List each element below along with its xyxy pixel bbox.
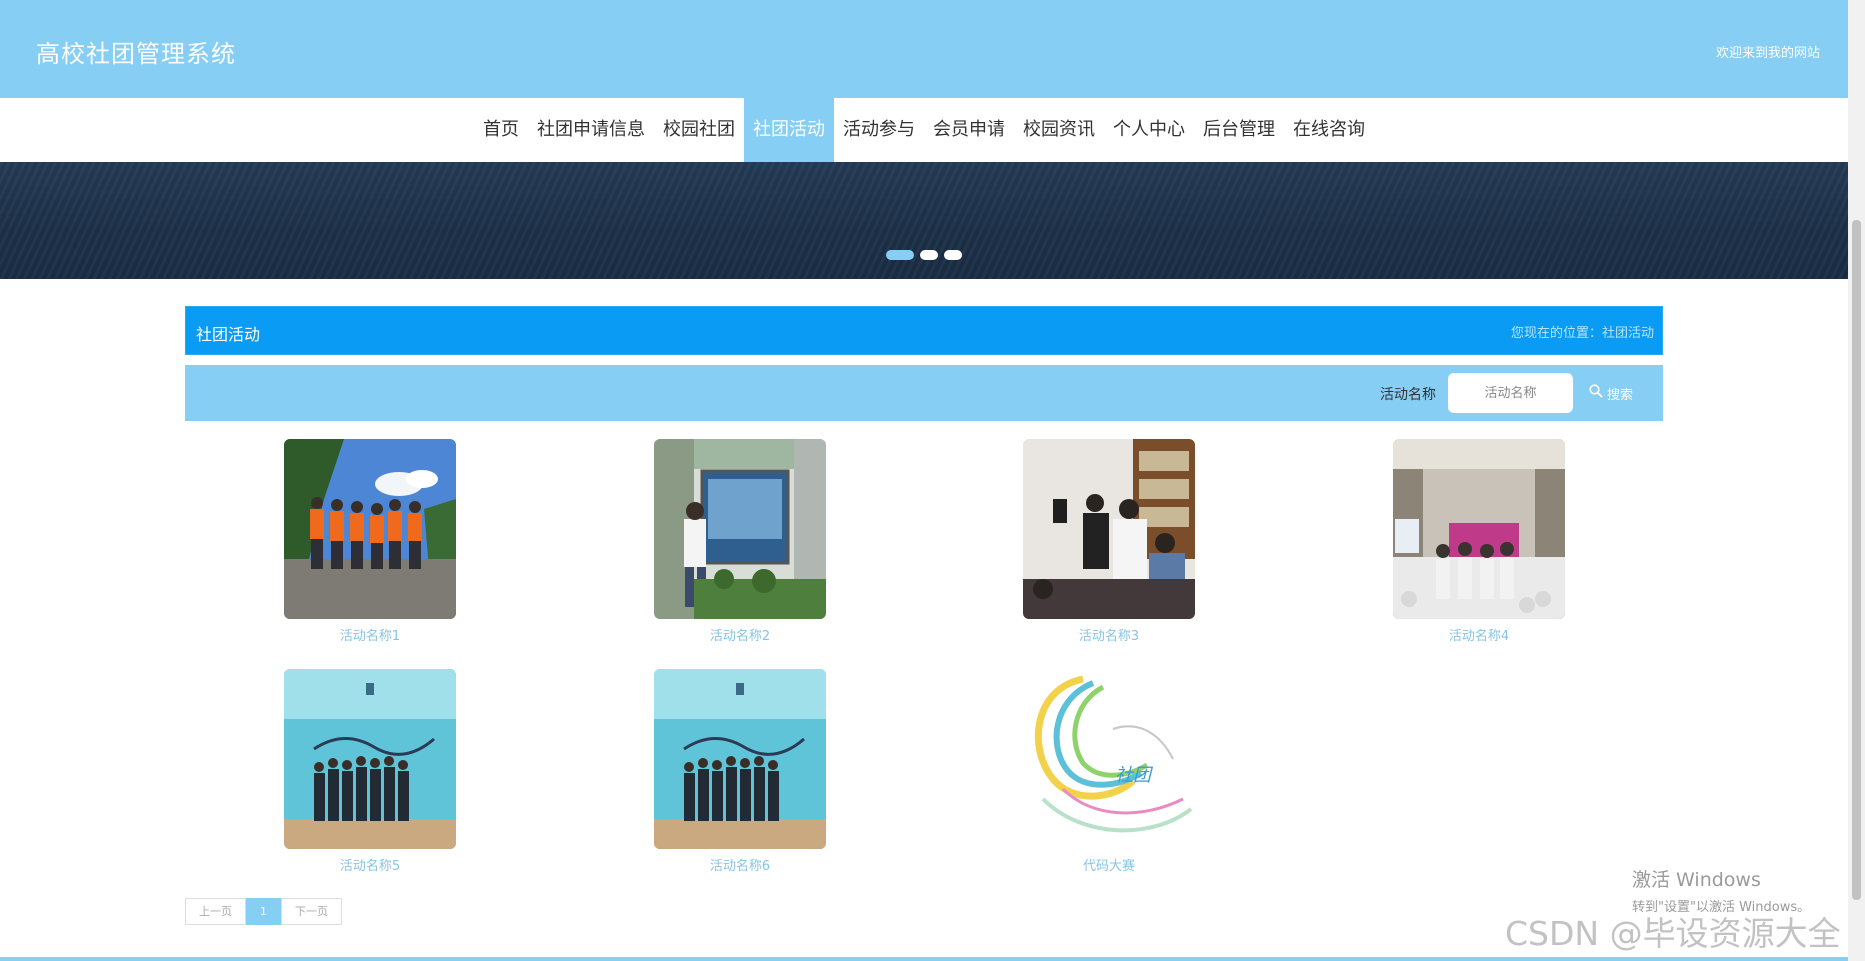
section-title-bar: 社团活动 您现在的位置：社团活动 bbox=[185, 306, 1663, 355]
section-title: 社团活动 bbox=[196, 325, 261, 344]
nav-item-admin[interactable]: 后台管理 bbox=[1194, 98, 1284, 162]
activity-image[interactable]: 社团 bbox=[1023, 669, 1195, 849]
pagination: 上一页 1 下一页 bbox=[185, 898, 342, 925]
search-icon bbox=[1589, 384, 1603, 402]
site-header: 高校社团管理系统 欢迎来到我的网站 bbox=[0, 0, 1848, 98]
activity-image[interactable] bbox=[654, 439, 826, 619]
activity-card[interactable]: 活动名称4 bbox=[1393, 439, 1565, 644]
nav-item-activity-participation[interactable]: 活动参与 bbox=[834, 98, 924, 162]
activity-name[interactable]: 活动名称5 bbox=[284, 855, 456, 874]
breadcrumb: 您现在的位置：社团活动 bbox=[1510, 326, 1654, 341]
svg-text:社团: 社团 bbox=[1115, 765, 1154, 786]
site-title[interactable]: 高校社团管理系统 bbox=[36, 34, 236, 69]
scrollbar-thumb[interactable] bbox=[1852, 220, 1861, 900]
activity-image[interactable] bbox=[284, 439, 456, 619]
prev-page-button[interactable]: 上一页 bbox=[185, 898, 246, 925]
activity-name[interactable]: 活动名称2 bbox=[654, 625, 826, 644]
activation-title: 激活 Windows bbox=[1632, 869, 1761, 891]
nav-item-online-consult[interactable]: 在线咨询 bbox=[1284, 98, 1374, 162]
activity-card[interactable]: 活动名称5 bbox=[284, 669, 456, 874]
carousel-dots bbox=[886, 250, 962, 260]
footer-divider bbox=[0, 957, 1848, 961]
activity-name[interactable]: 活动名称3 bbox=[1023, 625, 1195, 644]
activity-card[interactable]: 活动名称1 bbox=[284, 439, 456, 644]
activity-card[interactable]: 活动名称3 bbox=[1023, 439, 1195, 644]
nav-item-campus-clubs[interactable]: 校园社团 bbox=[654, 98, 744, 162]
carousel-dot-2[interactable] bbox=[920, 250, 938, 260]
next-page-button[interactable]: 下一页 bbox=[281, 898, 342, 925]
nav-item-club-activities[interactable]: 社团活动 bbox=[744, 98, 834, 162]
page-number-button[interactable]: 1 bbox=[246, 898, 281, 925]
main-nav: 首页 社团申请信息 校园社团 社团活动 活动参与 会员申请 校园资讯 个人中心 … bbox=[0, 98, 1848, 162]
activity-card[interactable]: 活动名称6 bbox=[654, 669, 826, 874]
activity-name[interactable]: 活动名称4 bbox=[1393, 625, 1565, 644]
activity-image[interactable] bbox=[284, 669, 456, 849]
activity-image[interactable] bbox=[1393, 439, 1565, 619]
activity-image[interactable] bbox=[1023, 439, 1195, 619]
carousel-dot-3[interactable] bbox=[944, 250, 962, 260]
activity-name[interactable]: 活动名称1 bbox=[284, 625, 456, 644]
nav-item-home[interactable]: 首页 bbox=[474, 98, 528, 162]
activity-name[interactable]: 活动名称6 bbox=[654, 855, 826, 874]
activity-name[interactable]: 代码大赛 bbox=[1023, 855, 1195, 874]
nav-item-club-applications[interactable]: 社团申请信息 bbox=[528, 98, 654, 162]
csdn-watermark: CSDN @毕设资源大全 bbox=[1505, 914, 1841, 953]
activity-image[interactable] bbox=[654, 669, 826, 849]
activity-card[interactable]: 社团 代码大赛 bbox=[1023, 669, 1195, 874]
nav-item-personal-center[interactable]: 个人中心 bbox=[1104, 98, 1194, 162]
search-input[interactable] bbox=[1448, 373, 1573, 413]
banner-carousel[interactable] bbox=[0, 162, 1848, 279]
nav-item-campus-news[interactable]: 校园资讯 bbox=[1014, 98, 1104, 162]
search-bar: 活动名称 搜索 bbox=[185, 365, 1663, 421]
search-button-label: 搜索 bbox=[1607, 387, 1634, 403]
page-scrollbar[interactable] bbox=[1848, 0, 1865, 961]
search-button[interactable]: 搜索 bbox=[1589, 382, 1633, 404]
nav-item-membership-application[interactable]: 会员申请 bbox=[924, 98, 1014, 162]
search-label: 活动名称 bbox=[1380, 387, 1436, 403]
welcome-text: 欢迎来到我的网站 bbox=[1715, 46, 1820, 61]
activity-card[interactable]: 活动名称2 bbox=[654, 439, 826, 644]
carousel-dot-1[interactable] bbox=[886, 250, 914, 260]
